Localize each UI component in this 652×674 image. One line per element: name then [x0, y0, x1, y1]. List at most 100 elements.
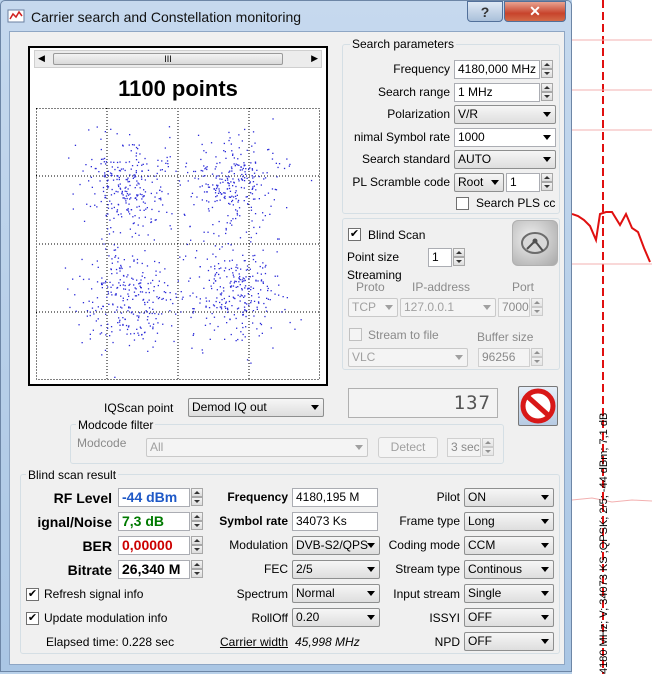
frame-type-select[interactable]: Long	[464, 512, 554, 531]
stop-button[interactable]	[518, 386, 558, 426]
scroll-right-icon[interactable]: ▶	[311, 53, 318, 64]
pl-scramble-spinner[interactable]	[541, 173, 553, 192]
chevron-down-icon	[541, 519, 549, 524]
help-button[interactable]: ?	[467, 1, 503, 22]
constellation-point	[143, 209, 145, 211]
constellation-point	[116, 133, 118, 135]
constellation-point	[234, 280, 236, 282]
search-standard-select[interactable]: AUTO	[454, 150, 556, 169]
scroll-left-icon[interactable]: ◀	[38, 53, 45, 64]
constellation-point	[243, 187, 245, 189]
constellation-point	[232, 196, 235, 198]
close-button[interactable]: ✕	[504, 1, 566, 22]
rolloff-select[interactable]: 0.20	[292, 608, 380, 627]
chevron-down-icon	[541, 615, 549, 620]
constellation-point	[129, 213, 131, 215]
rf-level-spinner[interactable]	[191, 488, 203, 507]
constellation-point	[203, 231, 205, 233]
polarization-select[interactable]: V/R	[454, 105, 556, 124]
frequency-spinner[interactable]	[541, 60, 553, 79]
point-size-input[interactable]: 1	[428, 248, 452, 267]
proto-select[interactable]: TCP	[348, 298, 398, 317]
search-range-spinner[interactable]	[541, 83, 553, 102]
search-pls-checkbox[interactable]	[456, 197, 469, 210]
carrier-width-label[interactable]: Carrier width	[200, 635, 288, 649]
constellation-point	[136, 328, 138, 330]
blind-scan-checkbox[interactable]: ✔	[348, 228, 361, 241]
constellation-point	[111, 262, 113, 264]
bitrate-value: 26,340 M	[118, 560, 190, 579]
constellation-point	[101, 287, 103, 289]
constellation-point	[157, 284, 159, 287]
constellation-point	[228, 268, 230, 271]
constellation-point	[107, 228, 109, 230]
constellation-point	[123, 281, 125, 283]
detect-seconds-input[interactable]: 3 sec	[447, 438, 481, 457]
constellation-point	[252, 186, 254, 188]
pl-scramble-mode-select[interactable]: Root	[454, 173, 504, 192]
issyi-select[interactable]: OFF	[464, 608, 554, 627]
buffer-size-input[interactable]: 96256	[478, 348, 530, 367]
iq-scan-point-select[interactable]: Demod IQ out	[188, 398, 324, 417]
constellation-point	[215, 156, 217, 158]
constellation-point	[235, 266, 237, 268]
satellite-dish-button[interactable]	[512, 220, 558, 266]
constellation-point	[137, 319, 139, 321]
port-spinner[interactable]	[531, 298, 543, 317]
search-range-input[interactable]: 1 MHz	[454, 83, 540, 102]
constellation-point	[203, 287, 205, 289]
constellation-point	[186, 243, 189, 246]
constellation-point	[170, 228, 172, 230]
point-size-spinner[interactable]	[453, 248, 465, 267]
constellation-point	[211, 312, 213, 315]
constellation-point	[214, 268, 216, 270]
input-stream-select[interactable]: Single	[464, 584, 554, 603]
constellation-point	[98, 171, 100, 173]
detect-seconds-spinner[interactable]	[482, 438, 494, 457]
constellation-point	[99, 333, 101, 335]
constellation-point	[157, 322, 159, 324]
constellation-point	[111, 207, 113, 210]
buffer-size-spinner[interactable]	[531, 348, 543, 367]
refresh-signal-checkbox[interactable]: ✔	[26, 588, 39, 601]
satellite-dish-icon	[521, 232, 549, 254]
input-stream-label: Input stream	[393, 587, 460, 601]
bitrate-spinner[interactable]	[191, 560, 203, 579]
detect-button[interactable]: Detect	[378, 437, 438, 458]
constellation-point	[212, 253, 214, 255]
constellation-point	[154, 260, 156, 263]
ber-spinner[interactable]	[191, 536, 203, 555]
constellation-point	[231, 305, 233, 307]
fec-select[interactable]: 2/5	[292, 560, 380, 579]
constellation-point	[130, 312, 133, 314]
stream-type-select[interactable]: Continous	[464, 560, 554, 579]
constellation-point	[91, 186, 93, 188]
symbol-rate-input[interactable]: 1000	[454, 128, 556, 147]
spectrum-select[interactable]: Normal	[292, 584, 380, 603]
player-select[interactable]: VLC	[348, 348, 468, 367]
title-bar[interactable]: Carrier search and Constellation monitor…	[1, 1, 571, 31]
constellation-point	[148, 299, 150, 301]
constellation-point	[152, 328, 154, 330]
frequency-input[interactable]: 4180,000 MHz	[454, 60, 540, 79]
pilot-select[interactable]: ON	[464, 488, 554, 507]
npd-select[interactable]: OFF	[464, 632, 554, 651]
constellation-point	[104, 194, 106, 197]
update-modulation-checkbox[interactable]: ✔	[26, 612, 39, 625]
constellation-point	[154, 340, 157, 342]
coding-mode-select[interactable]: CCM	[464, 536, 554, 555]
modcode-select[interactable]: All	[146, 438, 368, 457]
ip-address-select[interactable]: 127.0.0.1	[400, 298, 496, 317]
constellation-point	[271, 158, 274, 160]
constellation-point	[251, 193, 254, 195]
modulation-select[interactable]: DVB-S2/QPS	[292, 536, 380, 555]
scroll-thumb[interactable]: III	[53, 53, 283, 65]
plot-scrollbar[interactable]: ◀ III ▶	[34, 50, 322, 68]
constellation-point	[262, 282, 264, 284]
pl-scramble-code-input[interactable]: 1	[506, 173, 540, 192]
constellation-point	[119, 188, 122, 190]
stream-to-file-checkbox[interactable]	[349, 328, 362, 341]
constellation-point	[241, 322, 243, 324]
port-input[interactable]: 7000	[498, 298, 530, 317]
constellation-point	[274, 188, 276, 191]
